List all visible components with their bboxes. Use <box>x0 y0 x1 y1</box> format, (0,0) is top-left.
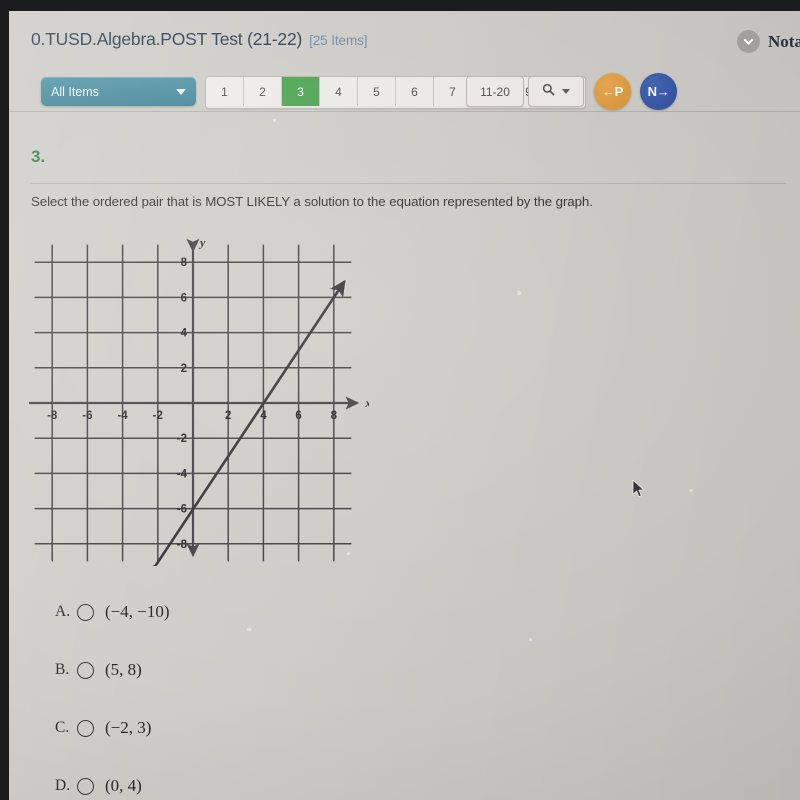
page-title: 0.TUSD.Algebra.POST Test (21-22) <box>31 29 303 49</box>
test-title-row: 0.TUSD.Algebra.POST Test (21-22) [25 Ite… <box>31 29 368 50</box>
x-tick-label: -6 <box>82 410 92 422</box>
page-button-4[interactable]: 4 <box>320 77 358 106</box>
y-tick-label: 2 <box>181 363 187 375</box>
x-tick-label: -4 <box>117 410 128 422</box>
search-button[interactable] <box>528 76 584 107</box>
answer-letter: A. <box>55 603 71 620</box>
answer-choice[interactable]: B. (5, 8) <box>55 641 475 699</box>
page-button-5[interactable]: 5 <box>358 77 396 106</box>
all-items-label: All Items <box>51 84 99 99</box>
y-tick-label: -4 <box>177 468 188 480</box>
answer-choice[interactable]: C. (−2, 3) <box>55 699 475 757</box>
coordinate-graph: x y -8 -6 -4 -2 2 4 6 8 8 6 4 2 -2 -4 -6 -8 <box>29 234 369 566</box>
x-tick-label: -8 <box>47 410 58 422</box>
page-range-label: 11-20 <box>480 84 510 99</box>
answer-value: (−4, −10) <box>105 602 170 621</box>
x-tick-label: 2 <box>225 410 231 422</box>
y-tick-label: 4 <box>181 328 188 340</box>
previous-item-button[interactable]: ←P <box>594 73 631 110</box>
y-tick-label: 8 <box>181 257 188 269</box>
header-divider <box>9 111 800 112</box>
assessment-page: 0.TUSD.Algebra.POST Test (21-22) [25 Ite… <box>9 11 800 800</box>
y-tick-label: -6 <box>177 504 187 516</box>
answer-choice[interactable]: A. (−4, −10) <box>55 583 475 641</box>
answer-letter: C. <box>55 719 70 736</box>
graph-svg: x y -8 -6 -4 -2 2 4 6 8 8 6 4 2 -2 -4 -6 -8 <box>29 236 369 566</box>
page-button-3[interactable]: 3 <box>282 77 320 106</box>
mouse-pointer-icon <box>632 479 646 499</box>
question-prompt: Select the ordered pair that is MOST LIK… <box>31 194 593 209</box>
answer-letter: D. <box>55 777 71 794</box>
plotted-line <box>141 279 346 566</box>
question-number: 3. <box>31 147 46 166</box>
x-tick-label: 4 <box>260 410 267 422</box>
y-tick-label: -8 <box>177 539 188 551</box>
x-tick-label: -2 <box>153 410 163 422</box>
next-item-label: N→ <box>647 84 670 99</box>
page-header: 0.TUSD.Algebra.POST Test (21-22) [25 Ite… <box>9 11 800 112</box>
page-range-button[interactable]: 11-20 <box>466 76 524 107</box>
previous-item-label: ←P <box>601 84 624 99</box>
answer-radio-button[interactable] <box>77 719 94 737</box>
answer-choice-list: A. (−4, −10) B. (5, 8) C. (−2, 3) D. (0, 4) <box>55 583 475 800</box>
answer-radio-button[interactable] <box>77 661 94 679</box>
page-button-1[interactable]: 1 <box>206 77 244 106</box>
answer-choice[interactable]: D. (0, 4) <box>55 757 475 800</box>
dust-speck <box>689 489 693 492</box>
account-menu[interactable]: Notab <box>737 30 800 53</box>
page-button-6[interactable]: 6 <box>396 77 434 106</box>
chevron-down-circle-icon <box>737 30 760 53</box>
item-count-link[interactable]: [25 Items] <box>309 33 367 48</box>
caret-down-icon <box>562 89 570 94</box>
caret-down-icon <box>176 88 186 95</box>
dust-speck <box>273 119 276 122</box>
answer-value: (−2, 3) <box>105 718 152 737</box>
y-tick-label: -2 <box>177 433 187 445</box>
account-label: Notab <box>768 31 800 51</box>
answer-value: (5, 8) <box>105 660 142 679</box>
page-button-2[interactable]: 2 <box>244 77 282 106</box>
screen: 0.TUSD.Algebra.POST Test (21-22) [25 Ite… <box>0 0 800 800</box>
question-divider <box>31 183 786 184</box>
dust-speck <box>529 638 532 641</box>
answer-radio-button[interactable] <box>77 603 94 621</box>
next-item-button[interactable]: N→ <box>640 73 677 110</box>
answer-value: (0, 4) <box>105 776 142 795</box>
y-tick-label: 6 <box>181 292 187 304</box>
answer-radio-button[interactable] <box>77 777 94 795</box>
dust-speck <box>517 291 521 295</box>
x-axis-label: x <box>364 396 369 410</box>
search-icon <box>542 83 555 101</box>
y-axis-label: y <box>198 236 206 250</box>
x-tick-label: 8 <box>331 410 338 422</box>
answer-letter: B. <box>55 661 70 678</box>
x-tick-label: 6 <box>295 410 301 422</box>
all-items-dropdown[interactable]: All Items <box>41 77 196 106</box>
